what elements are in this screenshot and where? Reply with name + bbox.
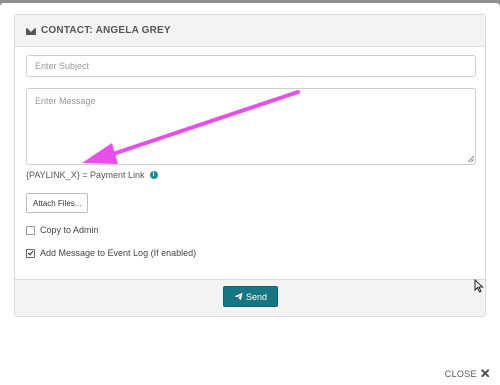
event-log-checkbox[interactable] — [26, 248, 35, 258]
event-log-label: Add Message to Event Log (If enabled) — [40, 248, 197, 258]
contact-panel: CONTACT: ANGELA GREY {PAYLINK_X} = Payme… — [14, 14, 486, 317]
paper-plane-icon — [234, 292, 243, 301]
send-button[interactable]: Send — [223, 286, 278, 307]
panel-footer: Send — [15, 279, 485, 316]
panel-header: CONTACT: ANGELA GREY — [15, 15, 485, 47]
subject-input[interactable] — [26, 55, 476, 77]
close-icon[interactable]: ✕ — [480, 367, 491, 380]
modal-window: CONTACT: ANGELA GREY {PAYLINK_X} = Payme… — [0, 3, 500, 385]
close-label: CLOSE — [444, 369, 477, 379]
event-log-option[interactable]: Add Message to Event Log (If enabled) — [26, 248, 196, 258]
mouse-cursor-icon — [474, 279, 484, 293]
copy-to-admin-option[interactable]: Copy to Admin — [26, 225, 99, 235]
textarea-resize-handle[interactable] — [468, 156, 474, 162]
attach-files-button[interactable]: Attach Files... — [26, 193, 89, 213]
paylink-text: {PAYLINK_X} = Payment Link — [26, 170, 145, 180]
envelope-icon — [26, 27, 36, 35]
info-icon[interactable]: i — [149, 171, 158, 179]
message-textarea[interactable] — [26, 88, 476, 165]
copy-to-admin-checkbox[interactable] — [26, 225, 35, 235]
send-label: Send — [245, 291, 268, 302]
copy-to-admin-label: Copy to Admin — [40, 225, 99, 235]
close-button[interactable]: CLOSE ✕ — [444, 367, 491, 380]
paylink-hint: {PAYLINK_X} = Payment Link i — [26, 170, 158, 180]
panel-title: CONTACT: ANGELA GREY — [41, 25, 171, 36]
